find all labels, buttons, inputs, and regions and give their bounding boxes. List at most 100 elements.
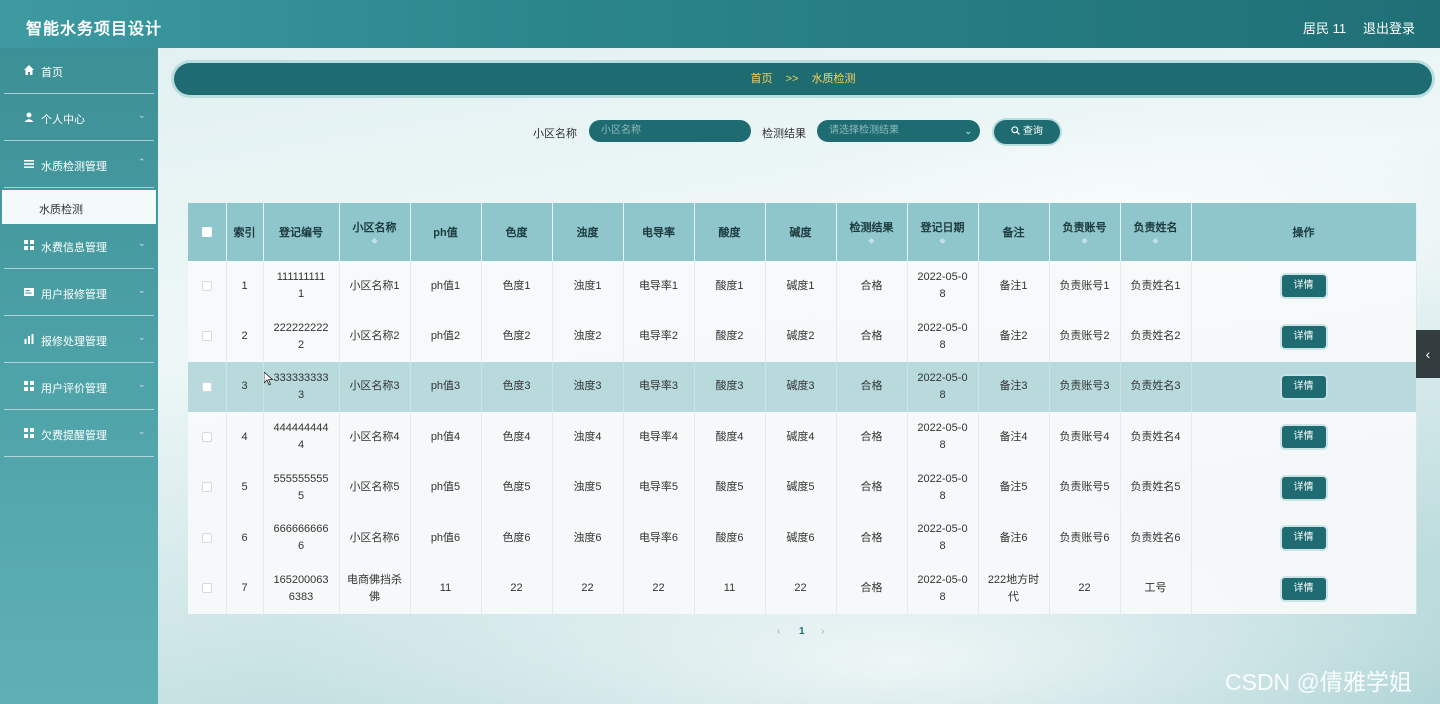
detail-button[interactable]: 详情 — [1281, 476, 1326, 499]
detail-button[interactable]: 详情 — [1281, 577, 1326, 600]
row-select-cell[interactable] — [188, 361, 227, 413]
sort-icon[interactable]: ◆ — [1134, 236, 1178, 245]
sidebar-item-repair-request[interactable]: 用户报修管理 ⌄ — [4, 270, 154, 316]
cell-registration-date: 2022-05-0 8 — [907, 261, 979, 312]
cell-turbidity: 浊度2 — [552, 311, 624, 362]
detail-button[interactable]: 详情 — [1281, 325, 1326, 348]
logout-link[interactable]: 退出登录 — [1363, 18, 1415, 37]
sort-icon[interactable]: ◆ — [921, 236, 965, 245]
cell-color: 22 — [481, 563, 553, 614]
sidebar-item-arrears-reminder[interactable]: 欠费提醒管理 ⌄ — [4, 411, 154, 457]
select-all-cell[interactable] — [188, 203, 227, 261]
row-checkbox[interactable] — [201, 583, 212, 594]
column-header[interactable]: 备注 — [978, 203, 1050, 261]
row-checkbox[interactable] — [201, 431, 212, 442]
sidebar-item-home[interactable]: 首页 — [4, 48, 154, 94]
sidebar-item-label: 欠费提醒管理 — [41, 430, 107, 442]
column-header[interactable]: 色度 — [481, 203, 553, 261]
cell-account: 22 — [1049, 563, 1121, 614]
cell-turbidity: 浊度3 — [552, 361, 624, 413]
sidebar-item-user-review[interactable]: 用户评价管理 ⌄ — [4, 364, 154, 410]
next-page-button[interactable]: › — [821, 626, 824, 637]
column-header[interactable]: 检测结果 ◆ — [836, 203, 908, 261]
column-header[interactable]: 小区名称 ◆ — [339, 203, 411, 261]
select-all-checkbox[interactable] — [201, 227, 212, 238]
row-checkbox[interactable] — [201, 381, 212, 392]
query-button[interactable]: 查询 — [994, 120, 1060, 144]
detail-button[interactable]: 详情 — [1281, 375, 1326, 398]
page-number-button[interactable]: 1 — [799, 626, 805, 637]
cell-index: 7 — [226, 563, 264, 614]
column-header[interactable]: ph值 — [410, 203, 482, 261]
cell-community-name: 电商佛挡杀佛 — [339, 563, 411, 614]
row-select-cell[interactable] — [188, 412, 227, 463]
test-result-placeholder: 请选择检测结果 — [829, 125, 899, 136]
row-select-cell[interactable] — [188, 462, 227, 513]
app-title: 智能水务项目设计 — [26, 21, 163, 38]
side-panel-toggle[interactable]: ‹ — [1416, 330, 1440, 378]
sidebar-subitem-water-test[interactable]: 水质检测 — [2, 190, 156, 224]
row-checkbox[interactable] — [201, 532, 212, 543]
column-header[interactable]: 酸度 — [694, 203, 766, 261]
cell-community-name: 小区名称5 — [339, 462, 411, 513]
row-checkbox[interactable] — [201, 280, 212, 291]
cell-conductivity: 22 — [623, 563, 695, 614]
chevron-left-icon: ‹ — [1425, 346, 1431, 362]
column-header: 索引 — [226, 203, 264, 261]
community-name-input[interactable] — [589, 120, 751, 142]
cell-remark: 备注6 — [978, 512, 1050, 564]
row-select-cell[interactable] — [188, 261, 227, 312]
table-row: 2 222222222 2 小区名称2 ph值2 色度2 浊度2 电导率2 酸度2 碱度2 合格 20… — [188, 311, 1417, 362]
detail-button[interactable]: 详情 — [1281, 275, 1326, 298]
column-header[interactable]: 电导率 — [623, 203, 695, 261]
cell-person: 负责姓名6 — [1120, 512, 1192, 564]
cell-conductivity: 电导率3 — [623, 361, 695, 413]
sidebar-item-repair-handling[interactable]: 报修处理管理 ⌄ — [4, 317, 154, 363]
detail-button[interactable]: 详情 — [1281, 426, 1326, 449]
watermark: CSDN @倩雅学姐 — [1225, 669, 1412, 695]
sidebar-item-profile[interactable]: 个人中心 ⌄ — [4, 95, 154, 141]
column-header: 操作 — [1191, 203, 1417, 261]
cell-acidity: 酸度4 — [694, 412, 766, 463]
sidebar-item-water-quality[interactable]: 水质检测管理 ⌃ — [4, 142, 154, 188]
cell-account: 负责账号2 — [1049, 311, 1121, 362]
cell-ph: 11 — [410, 563, 482, 614]
table-row: 7 165200063 6383 电商佛挡杀佛 11 22 22 22 11 22 合格 2022-0… — [188, 563, 1417, 614]
breadcrumb-current: 水质检测 — [811, 73, 856, 85]
water-quality-table: 索引 登记编号 小区名称 ◆ ph值 色度 浊度 电导率 酸度 碱度 检测结果 ◆ … — [188, 203, 1417, 614]
test-result-select[interactable]: 请选择检测结果 ⌄ — [817, 120, 980, 142]
row-checkbox[interactable] — [201, 482, 212, 493]
detail-button[interactable]: 详情 — [1281, 527, 1326, 550]
top-bar: 智能水务项目设计 居民 11 退出登录 — [0, 0, 1440, 48]
column-header[interactable]: 负责账号 ◆ — [1049, 203, 1121, 261]
sort-icon[interactable]: ◆ — [850, 236, 894, 245]
column-header[interactable]: 登记编号 — [263, 203, 340, 261]
column-header[interactable]: 负责姓名 ◆ — [1120, 203, 1192, 261]
cell-registration-number: 165200063 6383 — [263, 563, 340, 614]
column-header[interactable]: 登记日期 ◆ — [907, 203, 979, 261]
cell-test-result: 合格 — [836, 261, 908, 312]
prev-page-button[interactable]: ‹ — [777, 626, 780, 637]
table-row: 1 111111111 1 小区名称1 ph值1 色度1 浊度1 电导率1 酸度1 碱度1 合格 20… — [188, 261, 1417, 312]
sort-icon[interactable]: ◆ — [353, 236, 397, 245]
search-icon — [1011, 126, 1023, 137]
sort-icon[interactable]: ◆ — [1063, 236, 1107, 245]
cell-ph: ph值5 — [410, 462, 482, 513]
chevron-down-icon: ⌄ — [138, 379, 146, 389]
mouse-cursor-icon — [263, 371, 274, 386]
column-header[interactable]: 碱度 — [765, 203, 837, 261]
row-select-cell[interactable] — [188, 512, 227, 564]
current-user[interactable]: 居民 11 — [1303, 18, 1346, 37]
row-select-cell[interactable] — [188, 563, 227, 614]
breadcrumb-home[interactable]: 首页 — [751, 73, 773, 85]
cell-acidity: 酸度1 — [694, 261, 766, 312]
cell-turbidity: 浊度4 — [552, 412, 624, 463]
row-select-cell[interactable] — [188, 311, 227, 362]
cell-color: 色度2 — [481, 311, 553, 362]
cell-account: 负责账号5 — [1049, 462, 1121, 513]
cell-acidity: 酸度3 — [694, 361, 766, 413]
cell-alkalinity: 碱度6 — [765, 512, 837, 564]
column-header[interactable]: 浊度 — [552, 203, 624, 261]
sidebar-item-water-fee[interactable]: 水费信息管理 ⌄ — [4, 223, 154, 269]
row-checkbox[interactable] — [201, 331, 212, 342]
